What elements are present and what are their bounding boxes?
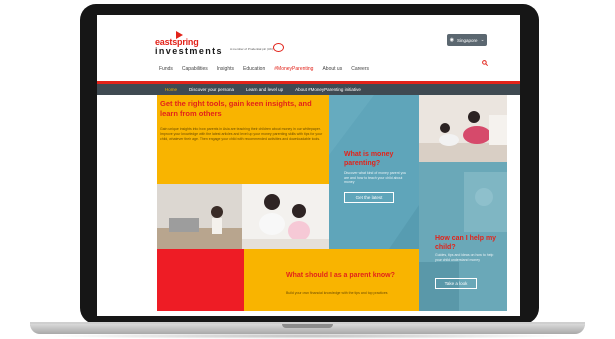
nav-item-careers[interactable]: Careers [351, 66, 369, 72]
site-header: eastspring investments A member of Prude… [97, 15, 520, 81]
subnav-item-about[interactable]: About #MoneyParenting initiative [289, 87, 367, 92]
photo-illustration [419, 95, 507, 162]
parent-body: Build your own financial knowledge with … [286, 291, 388, 295]
subnav-item-persona[interactable]: Discover your persona [183, 87, 240, 92]
nav-item-capabilities[interactable]: Capabilities [182, 66, 208, 72]
hero-tile: Get the right tools, gain keen insights,… [157, 95, 329, 184]
family-photo-illustration [157, 184, 329, 249]
hero-body: Gain unique insights into how parents in… [160, 127, 323, 141]
chevron-down-icon: ⌄ [480, 37, 485, 42]
mother-daughter-photo [419, 95, 507, 162]
search-icon[interactable] [482, 60, 489, 67]
parent-title: What should I as a parent know? [286, 272, 395, 279]
laptop-screen: eastspring investments A member of Prude… [97, 15, 520, 316]
region-label: Singapore [457, 37, 478, 43]
nav-item-education[interactable]: Education [243, 66, 265, 72]
laptop-notch [282, 324, 333, 328]
take-a-look-button[interactable]: Take a look [435, 278, 477, 289]
get-the-latest-button[interactable]: Get the latest [344, 192, 394, 203]
subnav-item-home[interactable]: Home [159, 87, 183, 92]
logo-text-bottom: investments [155, 46, 223, 56]
main-nav: Funds Capabilities Insights Education #M… [159, 66, 369, 72]
family-photo [157, 184, 329, 249]
prudential-tagline: A member of Prudential plc (UK) [230, 47, 274, 51]
nav-item-insights[interactable]: Insights [217, 66, 234, 72]
persona-body: Discover what kind of money parent you a… [344, 171, 407, 184]
globe-icon: ◉ [449, 37, 455, 43]
help-title: How can I help my child? [435, 235, 497, 251]
nav-item-funds[interactable]: Funds [159, 66, 173, 72]
persona-title: What is money parenting? [344, 151, 394, 167]
region-selector[interactable]: ◉ Singapore ⌄ [447, 34, 487, 46]
help-body: Guides, tips and ideas on how to help yo… [435, 253, 494, 262]
prudential-logo-icon [273, 43, 284, 52]
persona-tile: What is money parenting? Discover what k… [329, 95, 419, 249]
sub-nav: Home Discover your persona Learn and lev… [97, 84, 520, 95]
help-tile: How can I help my child? Guides, tips an… [419, 162, 507, 311]
red-accent-tile [157, 249, 244, 311]
laptop-mockup: eastspring investments A member of Prude… [0, 0, 615, 339]
hero-title: Get the right tools, gain keen insights,… [160, 99, 312, 118]
subnav-item-learn[interactable]: Learn and level up [240, 87, 289, 92]
nav-item-money-parenting[interactable]: #MoneyParenting [274, 66, 313, 72]
nav-item-about-us[interactable]: About us [322, 66, 342, 72]
parent-tile: What should I as a parent know? Build yo… [244, 249, 419, 311]
